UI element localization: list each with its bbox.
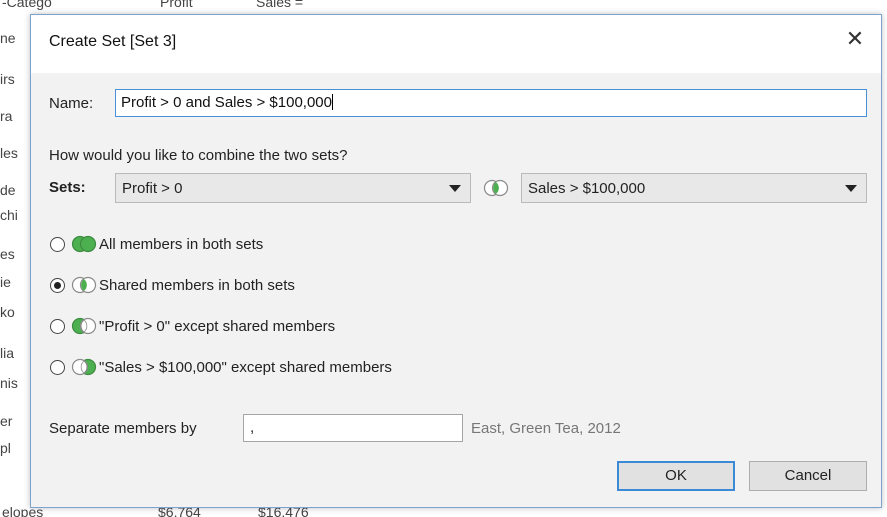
separator-example: East, Green Tea, 2012 xyxy=(471,420,621,437)
worksheet-footer: elopes $6,764 $16,476 xyxy=(0,507,887,517)
row-fragment: lia xyxy=(0,345,15,361)
cancel-button[interactable]: Cancel xyxy=(749,461,867,491)
option-left-except-label[interactable]: "Profit > 0" except shared members xyxy=(99,318,335,335)
row-fragment: nis xyxy=(0,375,18,391)
row-fragment: irs xyxy=(0,71,15,87)
venn-shared-icon xyxy=(71,276,97,294)
ok-button[interactable]: OK xyxy=(617,461,735,491)
combine-question: How would you like to combine the two se… xyxy=(49,147,348,164)
row-fragment: ne xyxy=(0,30,16,46)
row-fragment: er xyxy=(0,413,13,429)
venn-shared-icon xyxy=(483,179,509,197)
chevron-down-icon xyxy=(449,185,461,192)
option-all-members-label[interactable]: All members in both sets xyxy=(99,236,263,253)
right-set-value: Sales > $100,000 xyxy=(528,180,646,197)
right-set-dropdown[interactable]: Sales > $100,000 xyxy=(521,173,867,203)
footer-sales: $16,476 xyxy=(258,507,309,517)
chevron-down-icon xyxy=(845,185,857,192)
dialog-titlebar[interactable]: Create Set [Set 3] ✕ xyxy=(31,15,881,73)
row-fragment: ra xyxy=(0,108,13,124)
separator-value: , xyxy=(250,419,255,436)
footer-profit: $6,764 xyxy=(158,507,201,517)
option-shared-members-label[interactable]: Shared members in both sets xyxy=(99,277,295,294)
name-input-value: Profit > 0 and Sales > $100,000 xyxy=(121,94,332,111)
row-fragment: es xyxy=(0,246,15,262)
venn-right-only-icon xyxy=(71,358,97,376)
header-profit: Profit xyxy=(160,0,193,10)
text-caret xyxy=(332,94,333,110)
header-sales: Sales = xyxy=(256,0,304,10)
footer-category: elopes xyxy=(2,507,44,517)
sets-label: Sets: xyxy=(49,179,86,196)
separator-label: Separate members by xyxy=(49,420,197,437)
dialog-title: Create Set [Set 3] xyxy=(49,33,177,50)
separator-input[interactable]: , xyxy=(243,414,463,442)
row-fragment: ie xyxy=(0,274,11,290)
worksheet-header: -Catego Profit Sales = xyxy=(0,0,887,12)
row-fragment: de xyxy=(0,182,16,198)
row-fragment: ko xyxy=(0,304,15,320)
create-set-dialog: Create Set [Set 3] ✕ Name: Profit > 0 an… xyxy=(30,14,882,508)
close-button[interactable]: ✕ xyxy=(843,27,867,51)
left-set-dropdown[interactable]: Profit > 0 xyxy=(115,173,471,203)
close-icon: ✕ xyxy=(845,26,865,51)
radio-all-members[interactable] xyxy=(50,237,65,252)
name-input[interactable]: Profit > 0 and Sales > $100,000 xyxy=(115,89,867,117)
option-right-except-label[interactable]: "Sales > $100,000" except shared members xyxy=(99,359,392,376)
radio-right-except-shared[interactable] xyxy=(50,360,65,375)
radio-shared-members[interactable] xyxy=(50,278,65,293)
row-fragment: chi xyxy=(0,207,18,223)
radio-left-except-shared[interactable] xyxy=(50,319,65,334)
row-fragment: pl xyxy=(0,440,11,456)
name-label: Name: xyxy=(49,95,94,112)
row-fragment: les xyxy=(0,145,18,161)
venn-all-icon xyxy=(71,235,97,253)
header-category: -Catego xyxy=(2,0,52,10)
venn-left-only-icon xyxy=(71,317,97,335)
left-set-value: Profit > 0 xyxy=(122,180,183,197)
